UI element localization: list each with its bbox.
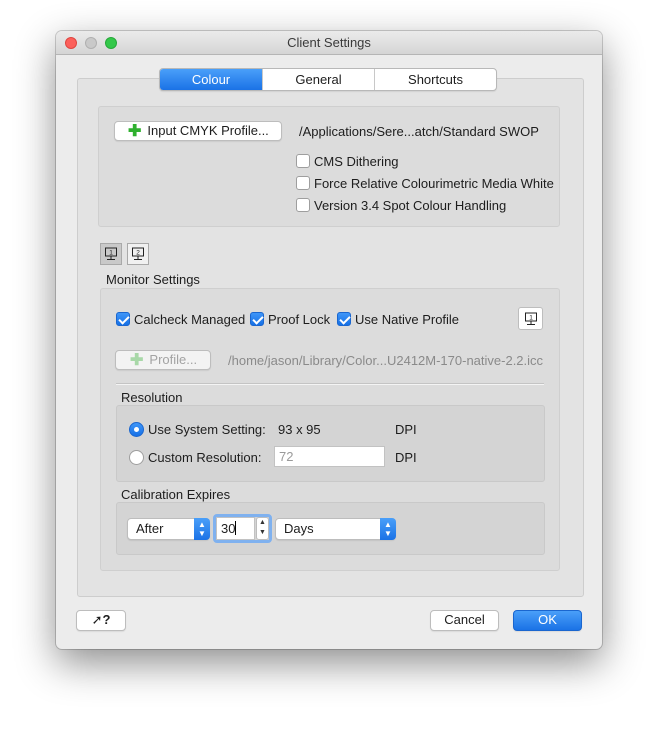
- input-cmyk-profile-button[interactable]: ✚ Input CMYK Profile...: [114, 121, 282, 141]
- calibration-amount-field[interactable]: 30: [216, 517, 255, 540]
- cms-dithering-checkbox[interactable]: [296, 154, 310, 168]
- calibration-unit-select[interactable]: Days ▲ ▼: [275, 518, 396, 540]
- identify-monitor-button[interactable]: 1: [518, 307, 543, 330]
- system-resolution-value: 93 x 95: [278, 422, 321, 437]
- force-relative-colourimetric-label: Force Relative Colourimetric Media White: [314, 176, 554, 191]
- resolution-heading: Resolution: [121, 390, 183, 405]
- force-relative-colourimetric-checkbox[interactable]: [296, 176, 310, 190]
- monitor-profile-button-label: Profile...: [149, 352, 198, 367]
- monitor-icon: 2: [132, 247, 144, 260]
- calcheck-managed-label: Calcheck Managed: [134, 312, 246, 327]
- system-dpi-unit: DPI: [395, 422, 417, 437]
- svg-text:1: 1: [529, 315, 533, 322]
- spot-colour-handling-label: Version 3.4 Spot Colour Handling: [314, 198, 507, 213]
- custom-resolution-radio[interactable]: [129, 450, 144, 465]
- calibration-mode-value: After: [136, 521, 164, 536]
- cms-dithering-label: CMS Dithering: [314, 154, 399, 169]
- proof-lock-checkbox[interactable]: [250, 312, 264, 326]
- monitor-icon: 1: [524, 312, 537, 325]
- plus-icon: ✚: [128, 123, 142, 140]
- calibration-mode-select[interactable]: After ▲ ▼: [127, 518, 210, 540]
- tab-bar: Colour General Shortcuts: [159, 68, 497, 91]
- cancel-button[interactable]: Cancel: [430, 610, 499, 631]
- monitor-icon: 1: [105, 247, 117, 260]
- title-bar: Client Settings: [56, 31, 602, 55]
- use-system-setting-label: Use System Setting:: [148, 422, 266, 437]
- calibration-amount-stepper[interactable]: ▲ ▼: [256, 517, 269, 540]
- tab-shortcuts[interactable]: Shortcuts: [375, 69, 496, 90]
- use-system-setting-radio[interactable]: [129, 422, 144, 437]
- client-settings-window: Client Settings Colour General Shortcuts…: [56, 31, 602, 649]
- calibration-expires-heading: Calibration Expires: [121, 487, 231, 502]
- monitor-1-tab[interactable]: 1: [100, 243, 122, 265]
- custom-resolution-field[interactable]: 72: [274, 446, 385, 467]
- monitor-profile-path: /home/jason/Library/Color...U2412M-170-n…: [228, 353, 544, 368]
- tab-colour[interactable]: Colour: [160, 69, 263, 90]
- proof-lock-label: Proof Lock: [268, 312, 331, 327]
- ok-button[interactable]: OK: [513, 610, 582, 631]
- help-button[interactable]: ➚?: [76, 610, 126, 631]
- plus-icon: ✚: [130, 352, 144, 369]
- calibration-unit-value: Days: [284, 521, 314, 536]
- spot-colour-handling-checkbox[interactable]: [296, 198, 310, 212]
- calcheck-managed-checkbox[interactable]: [116, 312, 130, 326]
- updown-chevron-icon: ▲ ▼: [194, 518, 210, 540]
- window-title: Client Settings: [287, 35, 371, 50]
- use-native-profile-label: Use Native Profile: [355, 312, 460, 327]
- monitor-profile-button[interactable]: ✚ Profile...: [115, 350, 211, 370]
- cmyk-profile-path: /Applications/Sere...atch/Standard SWOP: [299, 124, 539, 139]
- use-native-profile-checkbox[interactable]: [337, 312, 351, 326]
- input-cmyk-profile-label: Input CMYK Profile...: [147, 123, 269, 138]
- svg-text:1: 1: [109, 250, 113, 257]
- calibration-amount-value: 30: [221, 521, 236, 536]
- custom-resolution-label: Custom Resolution:: [148, 450, 262, 465]
- svg-text:2: 2: [136, 250, 140, 257]
- help-pointer-icon: ➚: [91, 612, 103, 627]
- custom-dpi-unit: DPI: [395, 450, 417, 465]
- tab-general[interactable]: General: [263, 69, 375, 90]
- resolution-group: [116, 405, 545, 482]
- monitor-2-tab[interactable]: 2: [127, 243, 149, 265]
- text-cursor: [235, 521, 237, 535]
- monitor-settings-heading: Monitor Settings: [106, 272, 200, 287]
- divider: [116, 383, 544, 385]
- updown-chevron-icon: ▲ ▼: [380, 518, 396, 540]
